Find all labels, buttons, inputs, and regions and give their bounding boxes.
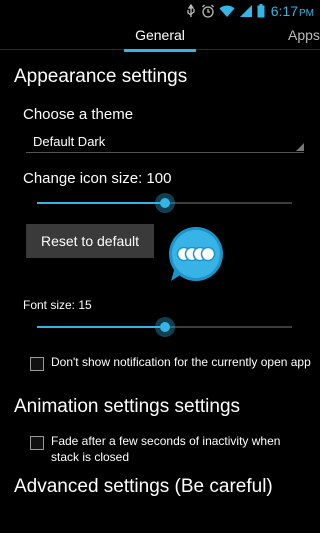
tab-general-label: General: [135, 27, 185, 43]
notification-checkbox-label: Don't show notification for the currentl…: [51, 355, 311, 369]
font-size-slider[interactable]: [37, 315, 292, 339]
theme-spinner-value: Default Dark: [33, 134, 106, 149]
font-size-label: Font size: 15: [23, 298, 92, 312]
tab-general[interactable]: General: [124, 27, 196, 52]
advanced-section-title[interactable]: Advanced settings (Be careful): [14, 476, 273, 498]
theme-spinner[interactable]: Default Dark: [26, 129, 304, 153]
theme-label: Choose a theme: [23, 106, 134, 123]
tab-apps-label: Apps: [288, 27, 320, 43]
slider-thumb[interactable]: [155, 317, 175, 337]
slider-fill: [37, 202, 165, 204]
slider-fill: [37, 326, 165, 328]
tab-bar: General Apps: [0, 22, 320, 52]
signal-icon: [239, 4, 253, 18]
alarm-icon: [201, 4, 215, 18]
notification-checkbox[interactable]: [30, 357, 44, 371]
status-bar: 6:17PM: [0, 0, 320, 22]
fade-checkbox-label: Fade after a few seconds of inactivity w…: [51, 434, 281, 464]
animation-section-title: Animation settings settings: [14, 396, 241, 417]
appearance-section-title: Appearance settings: [14, 66, 188, 87]
icon-size-label: Change icon size: 100: [23, 170, 172, 187]
tab-apps[interactable]: Apps: [288, 27, 320, 43]
dropdown-arrow-icon: [296, 143, 304, 151]
battery-icon: [257, 4, 265, 18]
status-time: 6:17PM: [270, 3, 314, 19]
usb-icon: [185, 4, 197, 18]
reset-to-default-button[interactable]: Reset to default: [26, 224, 154, 258]
icon-size-slider[interactable]: [37, 191, 292, 215]
bubble-preview-icon: [167, 225, 225, 283]
tab-selected-indicator: [124, 49, 196, 52]
slider-thumb[interactable]: [155, 193, 175, 213]
wifi-icon: [219, 4, 235, 18]
fade-checkbox[interactable]: [30, 436, 44, 450]
